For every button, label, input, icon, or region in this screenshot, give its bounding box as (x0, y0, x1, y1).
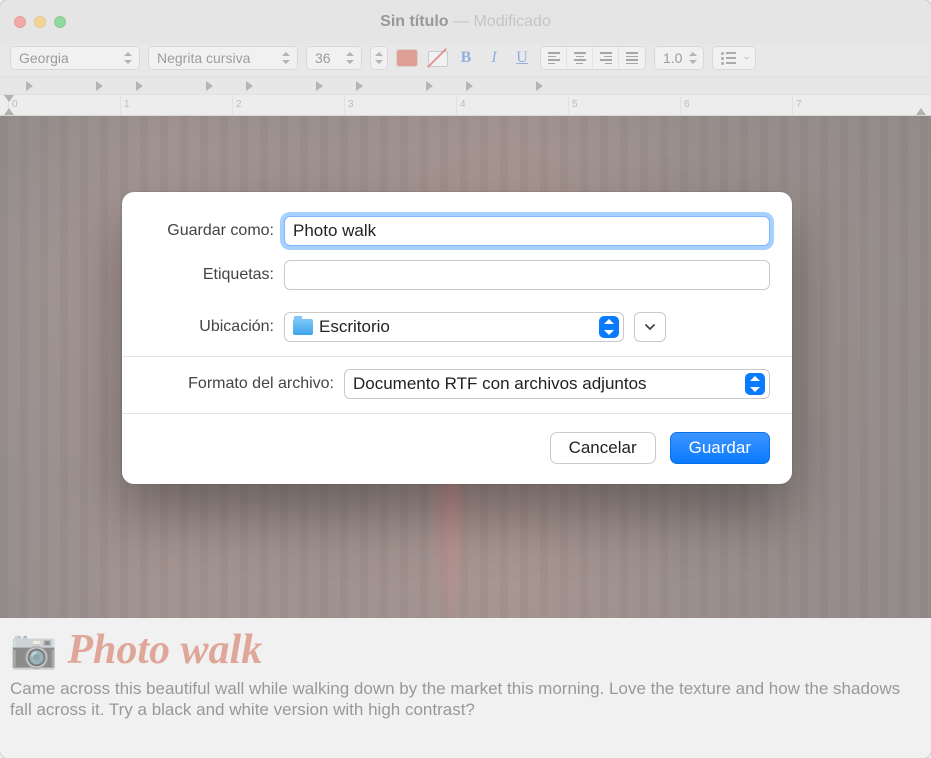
tab-stop-icon[interactable] (316, 81, 323, 91)
ruler-tick: 4 (456, 95, 466, 117)
list-style-select[interactable] (712, 46, 756, 70)
minimize-window-button[interactable] (34, 16, 46, 28)
tab-stop-bar[interactable] (0, 76, 931, 94)
tab-stop-icon[interactable] (26, 81, 33, 91)
first-line-indent-marker[interactable] (4, 95, 14, 102)
document-body: 📷 Photo walk Came across this beautiful … (0, 618, 931, 731)
document-heading: Photo walk (67, 626, 262, 674)
line-spacing-select[interactable]: 1.0 (654, 46, 704, 70)
italic-button[interactable]: I (484, 47, 504, 69)
font-family-value: Georgia (19, 50, 69, 66)
align-center-button[interactable] (567, 47, 593, 69)
left-indent-marker[interactable] (4, 108, 14, 115)
title-sep: — (449, 13, 474, 30)
document-paragraph: Came across this beautiful wall while wa… (10, 678, 921, 721)
location-label: Ubicación: (144, 318, 274, 336)
text-color-swatch[interactable] (396, 49, 418, 67)
chevron-down-icon (643, 320, 657, 334)
cancel-button[interactable]: Cancelar (550, 432, 656, 464)
tab-stop-icon[interactable] (246, 81, 253, 91)
ruler-tick: 6 (680, 95, 690, 117)
folder-icon (293, 319, 313, 335)
no-highlight-icon[interactable] (426, 47, 448, 69)
font-size-value: 36 (315, 50, 331, 66)
font-family-select[interactable]: Georgia (10, 46, 140, 70)
expand-save-panel-button[interactable] (634, 312, 666, 342)
font-style-value: Negrita cursiva (157, 50, 250, 66)
tags-input[interactable] (284, 260, 770, 290)
divider (122, 413, 792, 414)
updown-icon (599, 316, 619, 338)
ruler-tick: 7 (792, 95, 802, 117)
chevron-down-icon (744, 55, 749, 61)
right-indent-marker[interactable] (916, 108, 926, 115)
tab-stop-icon[interactable] (206, 81, 213, 91)
font-size-stepper[interactable] (370, 46, 388, 70)
format-toolbar: Georgia Negrita cursiva 36 B I U (0, 44, 931, 76)
camera-icon: 📷 (10, 628, 57, 672)
align-right-button[interactable] (593, 47, 619, 69)
divider (122, 356, 792, 357)
tab-stop-icon[interactable] (536, 81, 543, 91)
titlebar: Sin título — Modificado (0, 0, 931, 44)
zoom-window-button[interactable] (54, 16, 66, 28)
alignment-segmented (540, 46, 646, 70)
font-size-select[interactable]: 36 (306, 46, 362, 70)
tab-stop-icon[interactable] (356, 81, 363, 91)
underline-button[interactable]: U (512, 47, 532, 69)
ruler-tick: 3 (344, 95, 354, 117)
ruler-tick: 5 (568, 95, 578, 117)
align-left-button[interactable] (541, 47, 567, 69)
list-icon (721, 52, 736, 65)
ruler-tick: 1 (120, 95, 130, 117)
bold-button[interactable]: B (456, 47, 476, 69)
close-window-button[interactable] (14, 16, 26, 28)
tab-stop-icon[interactable] (96, 81, 103, 91)
tab-stop-icon[interactable] (426, 81, 433, 91)
app-window: Sin título — Modificado Georgia Negrita … (0, 0, 931, 758)
tab-stop-icon[interactable] (136, 81, 143, 91)
save-as-input[interactable] (284, 216, 770, 246)
font-style-select[interactable]: Negrita cursiva (148, 46, 298, 70)
line-spacing-value: 1.0 (663, 50, 682, 66)
window-controls (14, 16, 66, 28)
location-select[interactable]: Escritorio (284, 312, 624, 342)
ruler[interactable]: 0 1 2 3 4 5 6 7 (0, 94, 931, 116)
ruler-tick: 2 (232, 95, 242, 117)
updown-icon (745, 373, 765, 395)
save-as-label: Guardar como: (144, 222, 274, 240)
tags-label: Etiquetas: (144, 266, 274, 284)
file-format-value: Documento RTF con archivos adjuntos (353, 374, 647, 394)
window-title-name: Sin título (380, 13, 448, 30)
tab-stop-icon[interactable] (466, 81, 473, 91)
save-button[interactable]: Guardar (670, 432, 770, 464)
save-dialog: Guardar como: Etiquetas: Ubicación: Escr… (122, 192, 792, 484)
file-format-select[interactable]: Documento RTF con archivos adjuntos (344, 369, 770, 399)
align-justify-button[interactable] (619, 47, 645, 69)
file-format-label: Formato del archivo: (144, 375, 334, 393)
window-title-modified: Modificado (473, 13, 550, 30)
location-value: Escritorio (319, 317, 390, 337)
window-title: Sin título — Modificado (12, 13, 919, 31)
